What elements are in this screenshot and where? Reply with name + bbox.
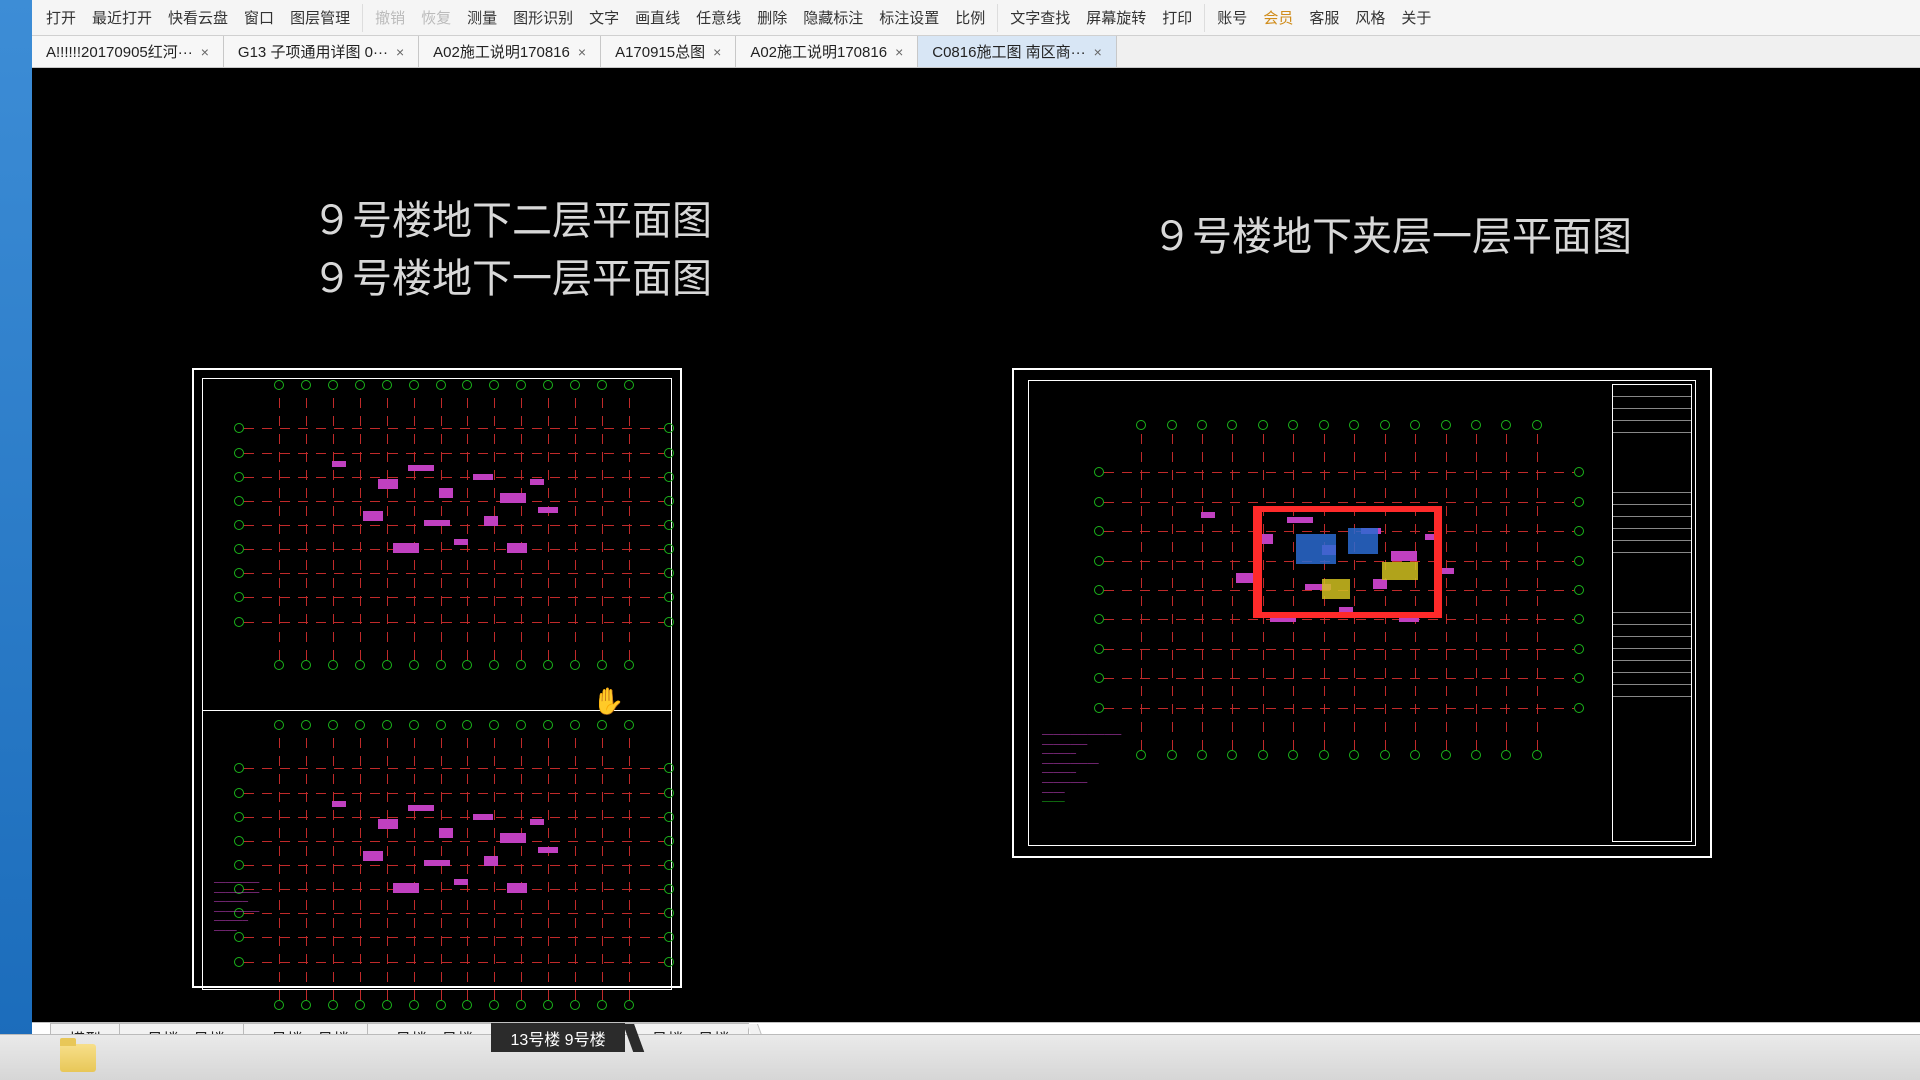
drawing-canvas[interactable]: ９号楼地下二层平面图 ９号楼地下一层平面图 ９号楼地下夹层一层平面图 ─────… <box>32 68 1920 1022</box>
toolbar-标注设置[interactable]: 标注设置 <box>871 0 947 35</box>
windows-taskbar[interactable] <box>0 1034 1920 1080</box>
explorer-icon[interactable] <box>60 1044 96 1072</box>
close-icon[interactable]: × <box>201 44 209 60</box>
toolbar-图形识别[interactable]: 图形识别 <box>505 0 581 35</box>
plan-legend-left: ──────────────────────────────────────── <box>214 878 259 936</box>
file-tab[interactable]: C0816施工图 南区商··· × <box>918 36 1117 67</box>
toolbar-关于[interactable]: 关于 <box>1393 0 1439 35</box>
toolbar-隐藏标注[interactable]: 隐藏标注 <box>795 0 871 35</box>
drawing-title-1: ９号楼地下二层平面图 <box>312 188 712 246</box>
file-tab-label: A02施工说明170816 <box>750 41 887 62</box>
title-block <box>1612 384 1692 842</box>
toolbar-任意线[interactable]: 任意线 <box>688 0 749 35</box>
toolbar-客服[interactable]: 客服 <box>1301 0 1347 35</box>
layout-tab[interactable]: 13号楼 9号楼 <box>491 1023 624 1052</box>
file-tab-label: G13 子项通用详图 0··· <box>238 41 388 62</box>
file-tab-strip: A!!!!!!20170905红河···×G13 子项通用详图 0···×A02… <box>32 36 1920 68</box>
file-tab-label: A170915总图 <box>615 41 705 62</box>
toolbar-比例[interactable]: 比例 <box>947 0 993 35</box>
file-tab[interactable]: G13 子项通用详图 0··· × <box>224 36 419 67</box>
toolbar-恢复[interactable]: 恢复 <box>413 0 459 35</box>
toolbar-窗口[interactable]: 窗口 <box>236 0 282 35</box>
file-tab-label: C0816施工图 南区商··· <box>932 41 1085 62</box>
plan-legend-right: ────────────────────────────────────────… <box>1042 730 1121 807</box>
drawing-title-2: ９号楼地下一层平面图 <box>312 246 712 304</box>
file-tab[interactable]: A!!!!!!20170905红河··· × <box>32 36 224 67</box>
toolbar-账号[interactable]: 账号 <box>1209 0 1255 35</box>
toolbar-删除[interactable]: 删除 <box>749 0 795 35</box>
file-tab[interactable]: A02施工说明170816 × <box>736 36 918 67</box>
toolbar-快看云盘[interactable]: 快看云盘 <box>160 0 236 35</box>
main-toolbar: 打开最近打开快看云盘窗口图层管理撤销恢复测量图形识别文字画直线任意线删除隐藏标注… <box>32 0 1920 36</box>
toolbar-文字查找[interactable]: 文字查找 <box>1002 0 1078 35</box>
file-tab-label: A!!!!!!20170905红河··· <box>46 41 193 62</box>
file-tab[interactable]: A02施工说明170816 × <box>419 36 601 67</box>
toolbar-撤销[interactable]: 撤销 <box>367 0 413 35</box>
close-icon[interactable]: × <box>396 44 404 60</box>
toolbar-风格[interactable]: 风格 <box>1347 0 1393 35</box>
toolbar-图层管理[interactable]: 图层管理 <box>282 0 358 35</box>
sheet-frame-left: ──────────────────────────────────────── <box>192 368 682 988</box>
toolbar-文字[interactable]: 文字 <box>581 0 627 35</box>
close-icon[interactable]: × <box>713 44 721 60</box>
file-tab[interactable]: A170915总图 × <box>601 36 736 67</box>
toolbar-测量[interactable]: 测量 <box>459 0 505 35</box>
toolbar-打印[interactable]: 打印 <box>1154 0 1200 35</box>
close-icon[interactable]: × <box>578 44 586 60</box>
drawing-title-3: ９号楼地下夹层一层平面图 <box>1152 204 1632 262</box>
close-icon[interactable]: × <box>1094 44 1102 60</box>
toolbar-屏幕旋转[interactable]: 屏幕旋转 <box>1078 0 1154 35</box>
toolbar-最近打开[interactable]: 最近打开 <box>84 0 160 35</box>
toolbar-打开[interactable]: 打开 <box>38 0 84 35</box>
cad-viewer-app: 打开最近打开快看云盘窗口图层管理撤销恢复测量图形识别文字画直线任意线删除隐藏标注… <box>32 0 1920 1080</box>
toolbar-画直线[interactable]: 画直线 <box>627 0 688 35</box>
toolbar-会员[interactable]: 会员 <box>1255 0 1301 35</box>
close-icon[interactable]: × <box>895 44 903 60</box>
sheet-frame-right: ────────────────────────────────────────… <box>1012 368 1712 858</box>
file-tab-label: A02施工说明170816 <box>433 41 570 62</box>
